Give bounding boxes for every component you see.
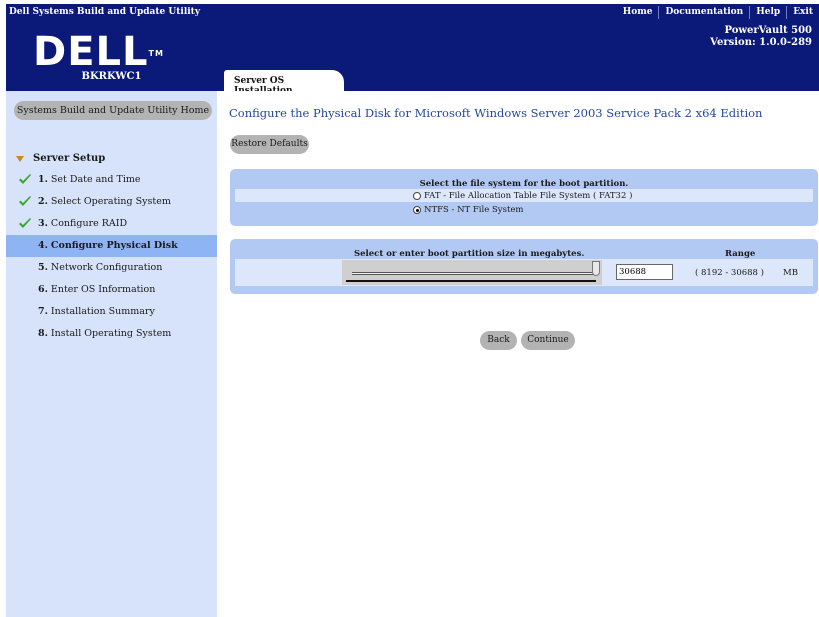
file-system-panel: Select the file system for the boot part… <box>230 169 818 226</box>
expand-triangle-icon <box>16 155 24 162</box>
file-system-heading: Select the file system for the boot part… <box>419 179 629 189</box>
dell-logo: DELLTM <box>33 32 164 72</box>
ntfs-option[interactable]: NTFS - NT File System <box>413 205 523 215</box>
step-number: 5. <box>38 262 48 273</box>
section-label: Server Setup <box>33 153 106 164</box>
server-setup-heading[interactable]: Server Setup <box>16 153 105 164</box>
fat32-option[interactable]: FAT - File Allocation Table File System … <box>413 191 632 201</box>
step-label: 4. Configure Physical Disk <box>38 240 178 251</box>
ntfs-option-row: NTFS - NT File System <box>235 203 813 216</box>
restore-defaults-button[interactable]: Restore Defaults <box>230 135 309 154</box>
step-number: 6. <box>38 284 48 295</box>
fat32-radio[interactable] <box>413 192 421 200</box>
sidebar-step-3[interactable]: 3. Configure RAID <box>6 213 217 235</box>
sbuu-home-button[interactable]: Systems Build and Update Utility Home <box>14 101 212 120</box>
partition-size-slider[interactable] <box>342 260 602 285</box>
step-label: 1. Set Date and Time <box>38 174 141 185</box>
main-content: Configure the Physical Disk for Microsof… <box>217 91 819 617</box>
step-label: 3. Configure RAID <box>38 218 127 229</box>
service-tag: BKRKWC1 <box>81 71 142 82</box>
slider-thumb[interactable] <box>592 261 600 276</box>
slider-track <box>352 272 595 275</box>
product-version: Version: 1.0.0-289 <box>710 37 812 48</box>
step-label: 5. Network Configuration <box>38 262 162 273</box>
range-value: ( 8192 - 30688 ) <box>695 268 764 278</box>
tab-server-os-installation[interactable]: Server OS Installation <box>224 70 344 96</box>
sidebar-step-4[interactable]: 4. Configure Physical Disk <box>6 235 217 257</box>
app-window: Dell Systems Build and Update Utility Ho… <box>6 4 819 617</box>
step-text: Enter OS Information <box>50 284 156 295</box>
top-bar: Dell Systems Build and Update Utility Ho… <box>6 4 819 21</box>
sidebar: Systems Build and Update Utility Home Se… <box>6 91 217 617</box>
step-text: Configure Physical Disk <box>50 240 178 251</box>
sidebar-step-6[interactable]: 6. Enter OS Information <box>6 279 217 301</box>
documentation-link[interactable]: Documentation <box>658 6 749 19</box>
navigation-buttons: Back Continue <box>480 331 579 350</box>
setup-steps: 1. Set Date and Time 2. Select Operating Sy… <box>6 169 217 345</box>
app-title: Dell Systems Build and Update Utility <box>9 7 201 17</box>
back-button[interactable]: Back <box>480 331 517 350</box>
step-number: 8. <box>38 328 48 339</box>
exit-link[interactable]: Exit <box>786 6 819 19</box>
sidebar-step-2[interactable]: 2. Select Operating System <box>6 191 217 213</box>
home-link[interactable]: Home <box>617 6 659 19</box>
top-links: Home Documentation Help Exit <box>617 4 819 21</box>
step-text: Set Date and Time <box>50 174 141 185</box>
checkmark-icon <box>19 174 31 184</box>
step-text: Installation Summary <box>50 306 155 317</box>
step-label: 2. Select Operating System <box>38 196 171 207</box>
sidebar-step-5[interactable]: 5. Network Configuration <box>6 257 217 279</box>
step-number: 2. <box>38 196 48 207</box>
continue-button[interactable]: Continue <box>521 331 575 350</box>
unit-label: MB <box>783 268 798 278</box>
partition-size-panel: Select or enter boot partition size in m… <box>230 239 818 294</box>
step-number: 4. <box>38 240 48 251</box>
step-number: 1. <box>38 174 48 185</box>
checkmark-icon <box>19 196 31 206</box>
step-number: 7. <box>38 306 48 317</box>
step-label: 7. Installation Summary <box>38 306 155 317</box>
sidebar-step-8[interactable]: 8. Install Operating System <box>6 323 217 345</box>
partition-size-row: ( 8192 - 30688 ) MB <box>235 259 813 286</box>
step-label: 8. Install Operating System <box>38 328 171 339</box>
sidebar-step-1[interactable]: 1. Set Date and Time <box>6 169 217 191</box>
range-label: Range <box>725 249 756 259</box>
help-link[interactable]: Help <box>749 6 786 19</box>
step-label: 6. Enter OS Information <box>38 284 155 295</box>
step-text: Select Operating System <box>50 196 171 207</box>
ntfs-label: NTFS - NT File System <box>424 205 524 215</box>
logo-text: DELL <box>33 29 149 75</box>
slider-baseline <box>346 280 596 282</box>
step-number: 3. <box>38 218 48 229</box>
fat-option-row: FAT - File Allocation Table File System … <box>235 189 813 202</box>
product-name: PowerVault 500 <box>724 25 812 36</box>
ntfs-radio[interactable] <box>413 206 421 214</box>
sidebar-step-7[interactable]: 7. Installation Summary <box>6 301 217 323</box>
step-text: Network Configuration <box>50 262 163 273</box>
page-title: Configure the Physical Disk for Microsof… <box>229 106 763 120</box>
fat32-label: FAT - File Allocation Table File System … <box>424 191 633 201</box>
partition-size-label: Select or enter boot partition size in m… <box>354 249 585 259</box>
partition-size-input[interactable] <box>616 264 673 280</box>
logo-trademark: TM <box>148 49 164 58</box>
checkmark-icon <box>19 218 31 228</box>
product-info: PowerVault 500 Version: 1.0.0-289 <box>710 25 812 49</box>
step-text: Install Operating System <box>50 328 172 339</box>
step-text: Configure RAID <box>50 218 128 229</box>
